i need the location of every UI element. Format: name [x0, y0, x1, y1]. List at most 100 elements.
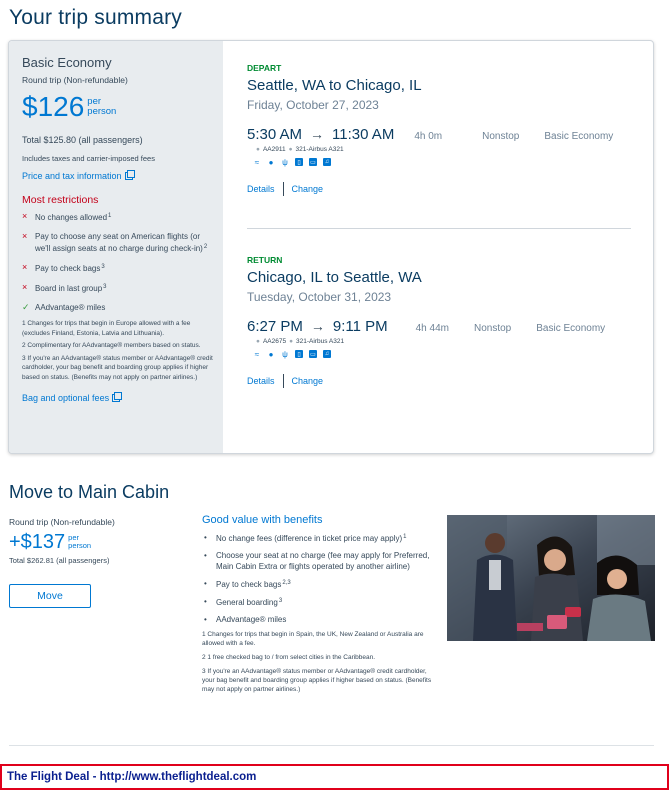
check-icon: ✓ [22, 302, 30, 312]
bag-fees-link[interactable]: Bag and optional fees [22, 392, 123, 403]
external-window-icon [124, 170, 135, 180]
upgrade-footnotes: 1 Changes for trips that begin in Spain,… [202, 630, 434, 694]
footnote: 1 Changes for trips that begin in Spain,… [202, 631, 424, 647]
restrictions-list: × No changes allowed1 × Pay to choose any … [22, 211, 223, 313]
fare-name: Basic Economy [22, 55, 112, 70]
phone-entertainment-icon: ▯ [295, 158, 303, 166]
phone-entertainment-icon: ▯ [295, 350, 303, 358]
aircraft: 321-Airbus A321 [296, 338, 345, 345]
benefit-item: General boarding3 [202, 596, 434, 608]
itinerary-panel: DEPART Seattle, WA to Chicago, IL Friday… [247, 41, 633, 388]
tv-icon: ▭ [309, 350, 317, 358]
cabin: Basic Economy [544, 131, 614, 142]
restriction-item: × Pay to check bags3 [22, 262, 105, 273]
usb-icon: ψ [282, 349, 288, 359]
move-button[interactable]: Move [9, 584, 91, 608]
upgrade-price-panel: Round trip (Non-refundable) +$137 per per… [9, 517, 189, 608]
upgrade-price: +$137 [9, 531, 66, 553]
usb-icon: ψ [282, 157, 288, 167]
return-segment: RETURN Chicago, IL to Seattle, WA Tuesda… [247, 255, 633, 388]
departure-time: 6:27 PM [247, 318, 303, 335]
segment-date: Tuesday, October 31, 2023 [247, 290, 392, 304]
footnote: 1 Changes for trips that begin in Europe… [22, 320, 191, 337]
x-icon: × [22, 262, 28, 272]
segment-links: Details Change [247, 374, 633, 388]
page-title: Your trip summary [9, 6, 183, 29]
section-divider [9, 745, 654, 746]
segment-times: 6:27 PM → 9:11 PM 4h 44m Nonstop Basic E… [247, 318, 633, 335]
cabin: Basic Economy [536, 323, 606, 334]
flight-info: ● AA2675 ● 321-Airbus A321 [256, 338, 345, 345]
trip-summary-card: Basic Economy Round trip (Non-refundable… [8, 40, 654, 454]
benefit-item: Choose your seat at no charge (fee may a… [202, 550, 434, 572]
upgrade-title: Move to Main Cabin [9, 482, 170, 502]
restrictions-title: Most restrictions [22, 194, 99, 206]
details-link[interactable]: Details [247, 184, 275, 194]
arrow-right-icon: → [310, 318, 325, 334]
segment-route: Seattle, WA to Chicago, IL [247, 77, 422, 94]
arrival-time: 11:30 AM [332, 126, 395, 143]
stops: Nonstop [473, 323, 512, 334]
details-link[interactable]: Details [247, 376, 275, 386]
fare-trip-type: Round trip (Non-refundable) [22, 75, 128, 85]
segment-date: Friday, October 27, 2023 [247, 98, 379, 112]
benefits-title: Good value with benefits [202, 514, 323, 526]
benefits-list: No change fees (difference in ticket pri… [202, 532, 434, 625]
main-cabin-photo [447, 515, 655, 641]
flight-number: AA2675 [262, 338, 287, 345]
depart-segment: DEPART Seattle, WA to Chicago, IL Friday… [247, 63, 633, 196]
divider [282, 182, 284, 196]
tv-icon: ▭ [309, 158, 317, 166]
arrival-time: 9:11 PM [332, 318, 388, 335]
fare-price: $126 [22, 91, 85, 122]
external-window-icon [112, 392, 123, 402]
price-tax-link[interactable]: Price and tax information [22, 170, 135, 181]
wifi-icon: ≈ [254, 157, 260, 167]
upgrade-total: Total $262.81 (all passengers) [9, 556, 110, 565]
aircraft: 321-Airbus A321 [295, 146, 344, 153]
restriction-item: × Board in last group3 [22, 282, 107, 293]
wifi-icon: ≈ [254, 349, 260, 359]
footnote: 3 If you're an AAdvantage® status member… [22, 354, 213, 381]
footnote: 2 1 free checked bag to / from select ci… [202, 654, 376, 661]
benefit-item: Pay to check bags2,3 [202, 578, 434, 590]
restriction-item: × Pay to choose any seat on American flig… [22, 231, 208, 253]
change-link[interactable]: Change [292, 376, 324, 386]
divider [282, 374, 284, 388]
duration: 4h 44m [415, 323, 449, 334]
upgrade-trip-type: Round trip (Non-refundable) [9, 517, 115, 527]
x-icon: × [22, 231, 28, 241]
app-icon: ♫ [323, 350, 331, 358]
segment-links: Details Change [247, 182, 633, 196]
flight-info: ● AA2911 ● 321-Airbus A321 [256, 146, 344, 153]
app-icon: ♫ [323, 158, 331, 166]
footnote: 3 If you're an AAdvantage® status member… [202, 668, 432, 693]
benefit-item: No change fees (difference in ticket pri… [202, 532, 434, 544]
segment-label: DEPART [247, 63, 282, 73]
duration: 4h 0m [414, 131, 443, 142]
fare-panel: Basic Economy Round trip (Non-refundable… [9, 41, 223, 453]
flight-number: AA2911 [262, 146, 286, 153]
fare-price-row: $126 per person [22, 93, 223, 121]
footnote: 2 Complimentary for AAdvantage® members … [22, 342, 201, 349]
departure-time: 5:30 AM [247, 126, 303, 143]
fare-includes: Includes taxes and carrier-imposed fees [22, 154, 155, 163]
x-icon: × [22, 282, 28, 292]
restriction-item: ✓ AAdvantage® miles [22, 302, 106, 312]
arrow-right-icon: → [310, 126, 325, 142]
segment-label: RETURN [247, 255, 283, 265]
x-icon: × [22, 211, 28, 221]
upgrade-per-person: per person [68, 533, 92, 550]
restriction-item: × No changes allowed1 [22, 211, 112, 222]
fare-total: Total $125.80 (all passengers) [22, 135, 143, 145]
change-link[interactable]: Change [292, 184, 324, 194]
segment-route: Chicago, IL to Seattle, WA [247, 269, 422, 286]
segment-divider [247, 228, 631, 229]
segment-times: 5:30 AM → 11:30 AM 4h 0m Nonstop Basic E… [247, 126, 633, 143]
benefit-item: AAdvantage® miles [202, 614, 434, 625]
amenities: ≈ ● ψ ▯ ▭ ♫ [253, 157, 633, 167]
upgrade-price-row: +$137 per person [9, 531, 189, 553]
fare-footnotes: 1 Changes for trips that begin in Europe… [22, 319, 223, 382]
watermark-banner: The Flight Deal - http://www.theflightde… [0, 764, 669, 790]
power-icon: ● [268, 157, 274, 167]
